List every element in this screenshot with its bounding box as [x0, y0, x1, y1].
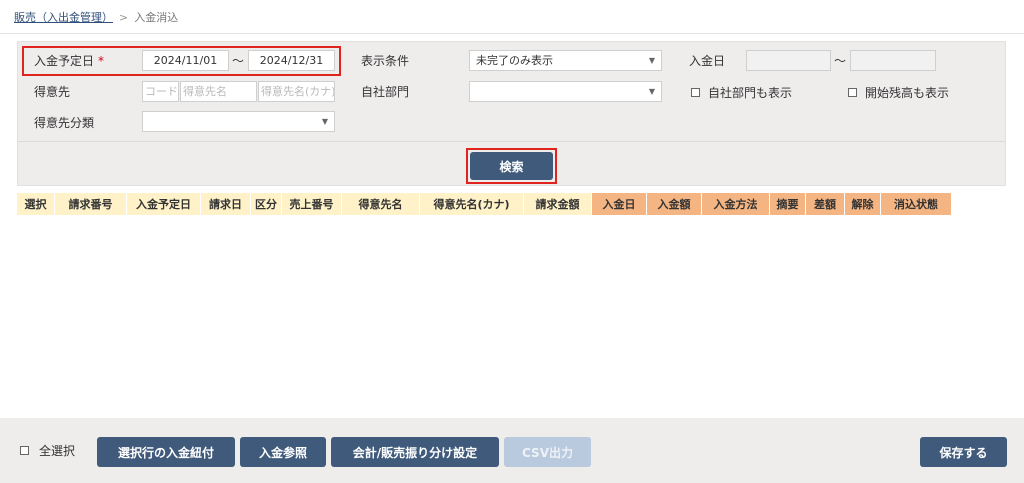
grid-header: 選択 請求番号 入金予定日 請求日 区分 売上番号 得意先名 得意先名(カナ) 請求金額 入金日入… — [17, 193, 1006, 215]
chevron-down-icon: ▼ — [648, 87, 655, 96]
date-range-separator: 〜 — [232, 54, 245, 68]
grid-column-header: 請求番号 — [55, 193, 127, 215]
footer-bar: 全選択 選択行の入金紐付 入金参照 会計/販売振り分け設定 CSV出力 保存する — [0, 418, 1024, 483]
allocation-settings-button[interactable]: 会計/販売振り分け設定 — [331, 437, 499, 467]
show-own-dept-checkbox[interactable]: 自社部門も表示 — [691, 84, 792, 101]
grid-column-header: 得意先名(カナ) — [420, 193, 524, 215]
scheduled-date-from-input[interactable]: 2024/11/01 — [142, 50, 229, 71]
save-button[interactable]: 保存する — [920, 437, 1007, 467]
grid-column-header: 売上番号 — [282, 193, 342, 215]
grid-column-header: 請求金額 — [524, 193, 592, 215]
show-opening-balance-label: 開始残高も表示 — [865, 86, 950, 100]
select-all-checkbox[interactable]: 全選択 — [20, 442, 75, 459]
grid-column-header: 入金日 — [592, 193, 647, 215]
customer-label: 得意先 — [34, 85, 71, 99]
grid-column-header: 請求日 — [201, 193, 251, 215]
display-condition-select[interactable]: 未完了のみ表示 ▼ — [469, 50, 662, 71]
customer-kana-input[interactable]: 得意先名(カナ) — [258, 81, 335, 102]
checkbox-icon[interactable] — [691, 88, 700, 97]
breadcrumb-link-sales[interactable]: 販売（入出金管理） — [14, 9, 113, 25]
chevron-down-icon: ▼ — [648, 56, 655, 65]
customer-category-select[interactable]: ▼ — [142, 111, 335, 132]
scheduled-date-to-input[interactable]: 2024/12/31 — [248, 50, 335, 71]
checkbox-icon[interactable] — [20, 446, 29, 455]
breadcrumb-separator: > — [119, 10, 129, 24]
own-dept-select[interactable]: ▼ — [469, 81, 662, 102]
show-own-dept-label: 自社部門も表示 — [708, 86, 793, 100]
customer-name-input[interactable]: 得意先名 — [180, 81, 257, 102]
payment-date-range-separator: 〜 — [834, 54, 847, 68]
search-button[interactable]: 検索 — [470, 152, 553, 180]
grid-column-header: 消込状態 — [881, 193, 952, 215]
select-all-label: 全選択 — [39, 444, 76, 458]
checkbox-icon[interactable] — [848, 88, 857, 97]
header-divider — [0, 33, 1024, 34]
grid-column-header: 区分 — [251, 193, 282, 215]
breadcrumb-current: 入金消込 — [134, 11, 179, 24]
show-opening-balance-checkbox[interactable]: 開始残高も表示 — [848, 84, 949, 101]
search-panel: 入金予定日 * 2024/11/01 〜 2024/12/31 表示条件 未完了の… — [17, 41, 1006, 186]
scheduled-date-label: 入金予定日 * — [34, 54, 105, 68]
chevron-down-icon: ▼ — [321, 117, 328, 126]
payment-date-to-input[interactable] — [850, 50, 936, 71]
display-condition-value: 未完了のみ表示 — [476, 54, 553, 67]
csv-export-button[interactable]: CSV出力 — [504, 437, 591, 467]
grid-column-header: 解除 — [845, 193, 881, 215]
link-selected-payment-button[interactable]: 選択行の入金紐付 — [97, 437, 235, 467]
breadcrumb: 販売（入出金管理） > 入金消込 — [14, 9, 178, 25]
grid-column-header: 入金額 — [647, 193, 702, 215]
payment-date-from-input[interactable] — [746, 50, 831, 71]
payment-date-label: 入金日 — [689, 54, 726, 68]
customer-category-label: 得意先分類 — [34, 116, 95, 130]
grid-column-header: 入金方法 — [702, 193, 770, 215]
grid-column-header: 差額 — [806, 193, 845, 215]
grid-column-header: 選択 — [17, 193, 55, 215]
grid-column-header: 摘要 — [770, 193, 806, 215]
grid-column-header: 得意先名 — [342, 193, 420, 215]
display-condition-label: 表示条件 — [361, 54, 410, 68]
own-dept-label: 自社部門 — [361, 85, 410, 99]
payment-reference-button[interactable]: 入金参照 — [240, 437, 326, 467]
required-mark: * — [98, 54, 105, 68]
customer-code-input[interactable]: コード — [142, 81, 179, 102]
grid-column-header: 入金予定日 — [127, 193, 201, 215]
search-panel-divider — [18, 141, 1005, 142]
